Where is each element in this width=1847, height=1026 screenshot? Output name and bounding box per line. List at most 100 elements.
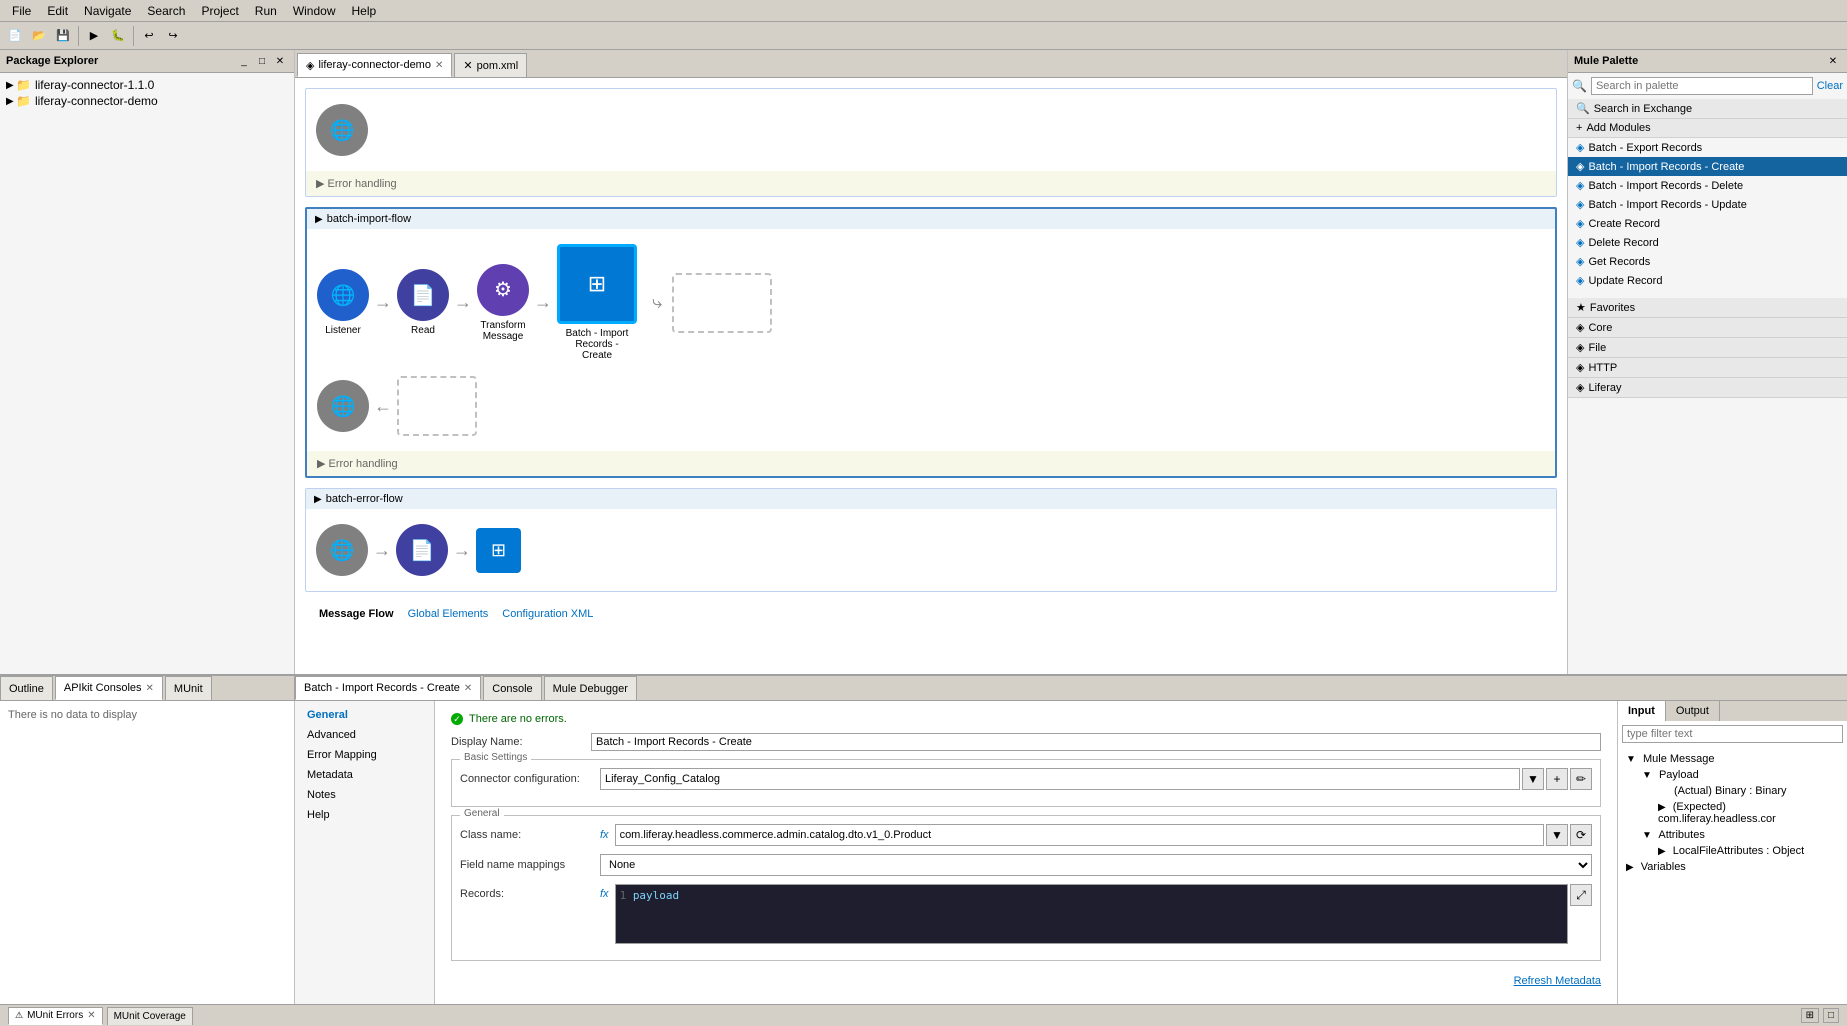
tree-node-variables[interactable]: ▶ Variables — [1622, 859, 1843, 875]
nav-item-error-mapping[interactable]: Error Mapping — [295, 745, 434, 765]
link-message-flow[interactable]: Message Flow — [313, 606, 400, 622]
connector-config-dropdown-btn[interactable]: ▼ — [1522, 768, 1544, 790]
palette-category-core[interactable]: ◈ Core — [1568, 318, 1847, 338]
statusbar-icon-1[interactable]: ⊞ — [1801, 1008, 1819, 1023]
flow-node-listener-top[interactable]: 🌐 — [316, 104, 368, 156]
minimize-panel-btn[interactable]: _ — [236, 53, 252, 69]
add-modules-icon: + — [1576, 122, 1582, 134]
flow-node-batch-import[interactable]: ⊞ Batch - ImportRecords -Create — [557, 244, 637, 361]
menu-window[interactable]: Window — [285, 2, 344, 20]
toolbar-undo[interactable]: ↩ — [138, 25, 160, 47]
class-name-dropdown-btn[interactable]: ▼ — [1546, 824, 1568, 846]
tree-node-attributes[interactable]: ▼ Attributes — [1638, 827, 1843, 843]
payload-label: Payload — [1659, 769, 1699, 781]
statusbar-icon-2[interactable]: □ — [1823, 1008, 1839, 1023]
palette-item-create-record[interactable]: ◈ Create Record — [1568, 214, 1847, 233]
toolbar-run[interactable]: ▶ — [83, 25, 105, 47]
connector-config-add-btn[interactable]: + — [1546, 768, 1568, 790]
nav-item-metadata[interactable]: Metadata — [295, 765, 434, 785]
palette-item-batch-import-delete[interactable]: ◈ Batch - Import Records - Delete — [1568, 176, 1847, 195]
nav-item-notes[interactable]: Notes — [295, 785, 434, 805]
palette-item-update-record[interactable]: ◈ Update Record — [1568, 271, 1847, 290]
palette-item-batch-import-create[interactable]: ◈ Batch - Import Records - Create — [1568, 157, 1847, 176]
tab-label-outline: Outline — [9, 683, 44, 695]
tree-node-payload[interactable]: ▼ Payload — [1638, 767, 1843, 783]
filter-input[interactable] — [1622, 725, 1843, 743]
close-panel-btn[interactable]: ✕ — [272, 53, 288, 69]
tab-close-batch-config[interactable]: ✕ — [464, 683, 472, 694]
tree-item-liferay-connector[interactable]: ▶ 📁 liferay-connector-1.1.0 — [4, 77, 290, 93]
class-name-refresh-btn[interactable]: ⟳ — [1570, 824, 1592, 846]
refresh-metadata-link[interactable]: Refresh Metadata — [1514, 975, 1601, 987]
flow-section-header-error[interactable]: ▶ batch-error-flow — [306, 489, 1556, 509]
menu-project[interactable]: Project — [193, 2, 246, 20]
tab-pom[interactable]: ✕ pom.xml — [454, 53, 527, 77]
nav-item-help[interactable]: Help — [295, 805, 434, 825]
palette-clear-btn[interactable]: Clear — [1817, 80, 1843, 92]
flow-node-err-2[interactable]: 📄 — [396, 524, 448, 576]
tree-node-local-file[interactable]: ▶ LocalFileAttributes : Object — [1654, 843, 1843, 859]
toolbar-debug[interactable]: 🐛 — [107, 25, 129, 47]
display-name-input[interactable] — [591, 733, 1601, 751]
tab-output[interactable]: Output — [1666, 701, 1720, 721]
palette-category-add-modules[interactable]: + Add Modules — [1568, 119, 1847, 138]
flow-node-listener-2[interactable]: 🌐 — [317, 380, 369, 432]
toolbar-open[interactable]: 📂 — [28, 25, 50, 47]
records-editor[interactable]: 1 payload — [615, 884, 1568, 944]
tree-node-expected[interactable]: ▶ (Expected) com.liferay.headless.cor — [1654, 799, 1843, 827]
tab-outline[interactable]: Outline — [0, 676, 53, 700]
palette-category-favorites[interactable]: ★ Favorites — [1568, 298, 1847, 318]
palette-category-file[interactable]: ◈ File — [1568, 338, 1847, 358]
nav-item-advanced[interactable]: Advanced — [295, 725, 434, 745]
tab-munit-coverage[interactable]: MUnit Coverage — [107, 1007, 193, 1025]
tree-item-liferay-connector-demo[interactable]: ▶ 📁 liferay-connector-demo — [4, 93, 290, 109]
palette-close-btn[interactable]: ✕ — [1825, 53, 1841, 69]
flow-node-read[interactable]: 📄 Read — [397, 269, 449, 336]
tab-close-apikit[interactable]: ✕ — [146, 683, 154, 694]
flow-node-listener[interactable]: 🌐 Listener — [317, 269, 369, 336]
tab-munit[interactable]: MUnit — [165, 676, 212, 700]
palette-category-http[interactable]: ◈ HTTP — [1568, 358, 1847, 378]
palette-item-batch-import-update[interactable]: ◈ Batch - Import Records - Update — [1568, 195, 1847, 214]
class-name-input[interactable] — [615, 824, 1544, 846]
flow-section-header-import[interactable]: ▶ batch-import-flow — [307, 209, 1555, 229]
menu-file[interactable]: File — [4, 2, 39, 20]
menu-search[interactable]: Search — [139, 2, 193, 20]
palette-item-get-records[interactable]: ◈ Get Records — [1568, 252, 1847, 271]
menu-help[interactable]: Help — [344, 2, 385, 20]
connector-config-input[interactable] — [600, 768, 1520, 790]
menu-run[interactable]: Run — [247, 2, 285, 20]
palette-search-input[interactable] — [1591, 77, 1813, 95]
flow-node-err-3[interactable]: ⊞ — [476, 528, 521, 573]
palette-category-search-exchange[interactable]: 🔍 Search in Exchange — [1568, 99, 1847, 119]
tab-close-connector[interactable]: ✕ — [435, 60, 443, 71]
tree-node-mule-message[interactable]: ▼ Mule Message — [1622, 751, 1843, 767]
tab-apikit-consoles[interactable]: APIkit Consoles ✕ — [55, 676, 163, 700]
flow-node-transform[interactable]: ⚙ TransformMessage — [477, 264, 529, 342]
link-config-xml[interactable]: Configuration XML — [496, 606, 599, 622]
toolbar-save[interactable]: 💾 — [52, 25, 74, 47]
records-expand-btn[interactable]: ⤢ — [1570, 884, 1592, 906]
tab-munit-errors[interactable]: ⚠ MUnit Errors ✕ — [8, 1007, 103, 1025]
toolbar-redo[interactable]: ↪ — [162, 25, 184, 47]
tab-mule-debugger[interactable]: Mule Debugger — [544, 676, 637, 700]
maximize-panel-btn[interactable]: □ — [254, 53, 270, 69]
palette-item-delete-record[interactable]: ◈ Delete Record — [1568, 233, 1847, 252]
tab-batch-import-config[interactable]: Batch - Import Records - Create ✕ — [295, 676, 481, 700]
flow-node-err-1[interactable]: 🌐 — [316, 524, 368, 576]
tab-close-munit-errors[interactable]: ✕ — [87, 1010, 95, 1021]
menu-edit[interactable]: Edit — [39, 2, 76, 20]
toolbar-new[interactable]: 📄 — [4, 25, 26, 47]
palette-category-liferay[interactable]: ◈ Liferay — [1568, 378, 1847, 398]
fx-icon-class[interactable]: fx — [600, 829, 609, 841]
menu-navigate[interactable]: Navigate — [76, 2, 139, 20]
tab-liferay-connector-demo[interactable]: ◈ liferay-connector-demo ✕ — [297, 53, 452, 77]
tab-input[interactable]: Input — [1618, 701, 1666, 721]
link-global-elements[interactable]: Global Elements — [402, 606, 495, 622]
connector-config-edit-btn[interactable]: ✏ — [1570, 768, 1592, 790]
fx-icon-records[interactable]: fx — [600, 884, 609, 900]
nav-item-general[interactable]: General — [295, 705, 434, 725]
palette-item-batch-export[interactable]: ◈ Batch - Export Records — [1568, 138, 1847, 157]
tab-console[interactable]: Console — [483, 676, 541, 700]
field-name-mappings-select[interactable]: None — [600, 854, 1592, 876]
